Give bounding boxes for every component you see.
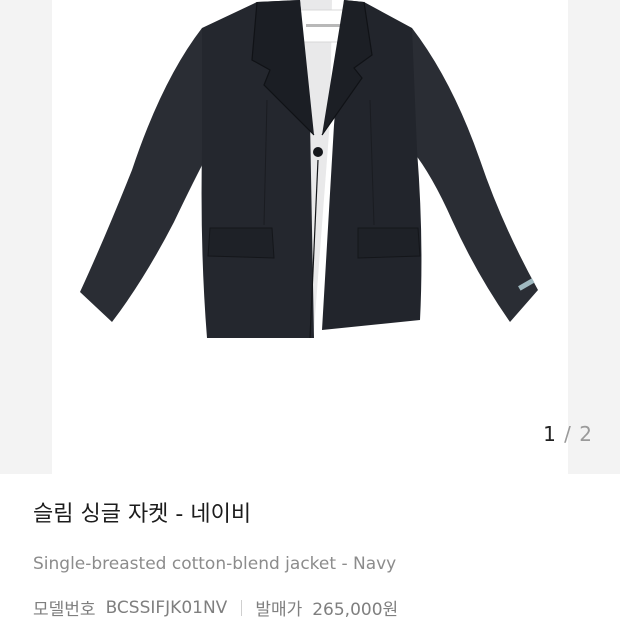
pager-current: 1 (543, 422, 557, 446)
model-number-value: BCSSIFJK01NV (105, 597, 228, 618)
pager-separator: / (564, 422, 572, 446)
release-price-label: 발매가 (255, 600, 303, 620)
button-detail (313, 147, 323, 157)
jacket-image (80, 0, 538, 339)
product-subtitle: Single-breasted cotton-blend jacket - Na… (33, 554, 397, 574)
model-number-label: 모델번호 (33, 600, 96, 620)
product-meta: 모델번호 BCSSIFJK01NV 발매가 265,000원 (33, 595, 600, 620)
product-title: 슬림 싱글 자켓 - 네이비 (33, 502, 252, 527)
pager-total: 2 (579, 422, 593, 446)
release-price-value: 265,000원 (312, 600, 399, 620)
meta-divider (241, 599, 243, 616)
product-photo[interactable] (52, 0, 568, 474)
product-info: 슬림 싱글 자켓 - 네이비 Single-breasted cotton-bl… (33, 500, 600, 620)
product-image-gallery[interactable]: 1 / 2 (0, 0, 620, 474)
image-pager: 1 / 2 (543, 422, 593, 446)
